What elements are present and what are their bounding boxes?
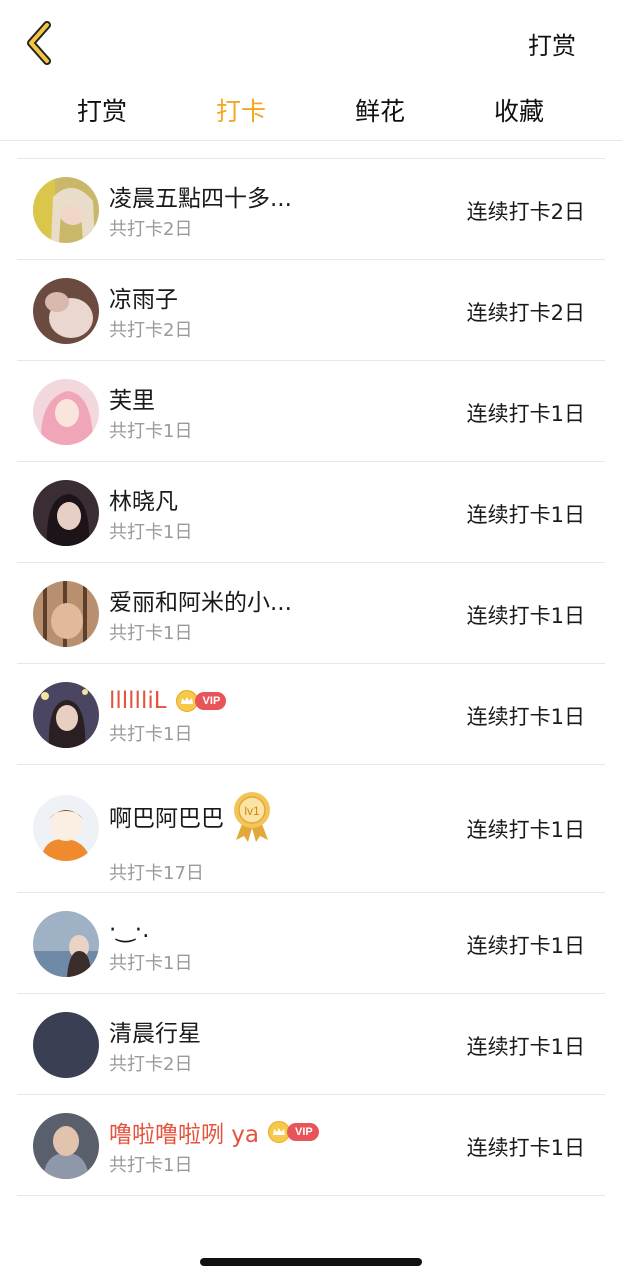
user-name: 噜啦噜啦咧 ya [109,1122,260,1148]
list-item[interactable]: lllllliL VIP 共打卡1日 连续打卡1日 [17,664,605,765]
list-item[interactable]: 凉雨子 共打卡2日 连续打卡2日 [17,260,605,361]
streak-label: 连续打卡1日 [466,705,585,729]
avatar[interactable] [33,278,99,344]
checkin-list: 凌晨五點四十多... 共打卡2日 连续打卡2日 凉雨子 共打卡2日 连续打卡2日… [17,158,605,1196]
total-checkin-days: 共打卡1日 [109,1155,193,1176]
list-item[interactable]: 林晓凡 共打卡1日 连续打卡1日 [17,462,605,563]
list-item[interactable]: ·‿·. 共打卡1日 连续打卡1日 [17,893,605,994]
streak-label: 连续打卡1日 [466,1136,585,1160]
tab-favorites[interactable]: 收藏 [494,92,544,128]
avatar[interactable] [33,1113,99,1179]
total-checkin-days: 共打卡1日 [109,522,193,543]
streak-label: 连续打卡2日 [466,200,585,224]
streak-label: 连续打卡1日 [466,1035,585,1059]
list-item[interactable]: 噜啦噜啦咧 ya VIP 共打卡1日 连续打卡1日 [17,1095,605,1196]
total-checkin-days: 共打卡2日 [109,219,193,240]
tab-flowers[interactable]: 鲜花 [355,92,405,128]
tab-checkin[interactable]: 打卡 [216,92,266,128]
total-checkin-days: 共打卡1日 [109,421,193,442]
list-item[interactable]: 啊巴阿巴巴 lv1 共打卡17日 连续打卡1日 [17,765,605,893]
user-name: 啊巴阿巴巴 [109,806,224,832]
home-indicator[interactable] [200,1258,422,1266]
user-name: 爱丽和阿米的小... [109,590,292,616]
avatar[interactable] [33,581,99,647]
user-name: 凉雨子 [109,287,178,313]
avatar[interactable] [33,911,99,977]
list-item[interactable]: 爱丽和阿米的小... 共打卡1日 连续打卡1日 [17,563,605,664]
streak-label: 连续打卡1日 [466,818,585,842]
user-name: 凌晨五點四十多... [109,186,292,212]
svg-text:lv1: lv1 [244,804,260,818]
vip-badge: VIP [175,690,227,712]
streak-label: 连续打卡1日 [466,604,585,628]
streak-label: 连续打卡1日 [466,503,585,527]
list-item[interactable]: 凌晨五點四十多... 共打卡2日 连续打卡2日 [17,159,605,260]
avatar[interactable] [33,379,99,445]
list-item[interactable]: 清晨行星 共打卡2日 连续打卡1日 [17,994,605,1095]
streak-label: 连续打卡1日 [466,402,585,426]
tab-bar: 打赏 打卡 鲜花 收藏 [0,86,622,138]
tab-reward[interactable]: 打赏 [77,92,127,128]
header: 打赏 [0,0,622,90]
tab-divider [0,140,622,141]
total-checkin-days: 共打卡2日 [109,1054,193,1075]
total-checkin-days: 共打卡2日 [109,320,193,341]
avatar[interactable] [33,1012,99,1078]
chevron-left-icon [27,21,51,65]
user-name: 清晨行星 [109,1021,201,1047]
total-checkin-days: 共打卡17日 [109,863,204,884]
avatar[interactable] [33,177,99,243]
avatar[interactable] [33,795,99,861]
total-checkin-days: 共打卡1日 [109,953,193,974]
avatar[interactable] [33,682,99,748]
user-name: 林晓凡 [109,489,178,515]
user-name: ·‿·. [109,917,150,943]
user-name: 芙里 [109,388,155,414]
back-button[interactable] [20,20,68,68]
total-checkin-days: 共打卡1日 [109,623,193,644]
streak-label: 连续打卡1日 [466,934,585,958]
vip-badge: VIP [267,1121,319,1143]
avatar[interactable] [33,480,99,546]
user-name: lllllliL [109,688,167,714]
streak-label: 连续打卡2日 [466,301,585,325]
total-checkin-days: 共打卡1日 [109,724,193,745]
reward-action-button[interactable]: 打赏 [528,26,576,61]
level-medal-icon: lv1 [234,792,270,842]
list-item[interactable]: 芙里 共打卡1日 连续打卡1日 [17,361,605,462]
